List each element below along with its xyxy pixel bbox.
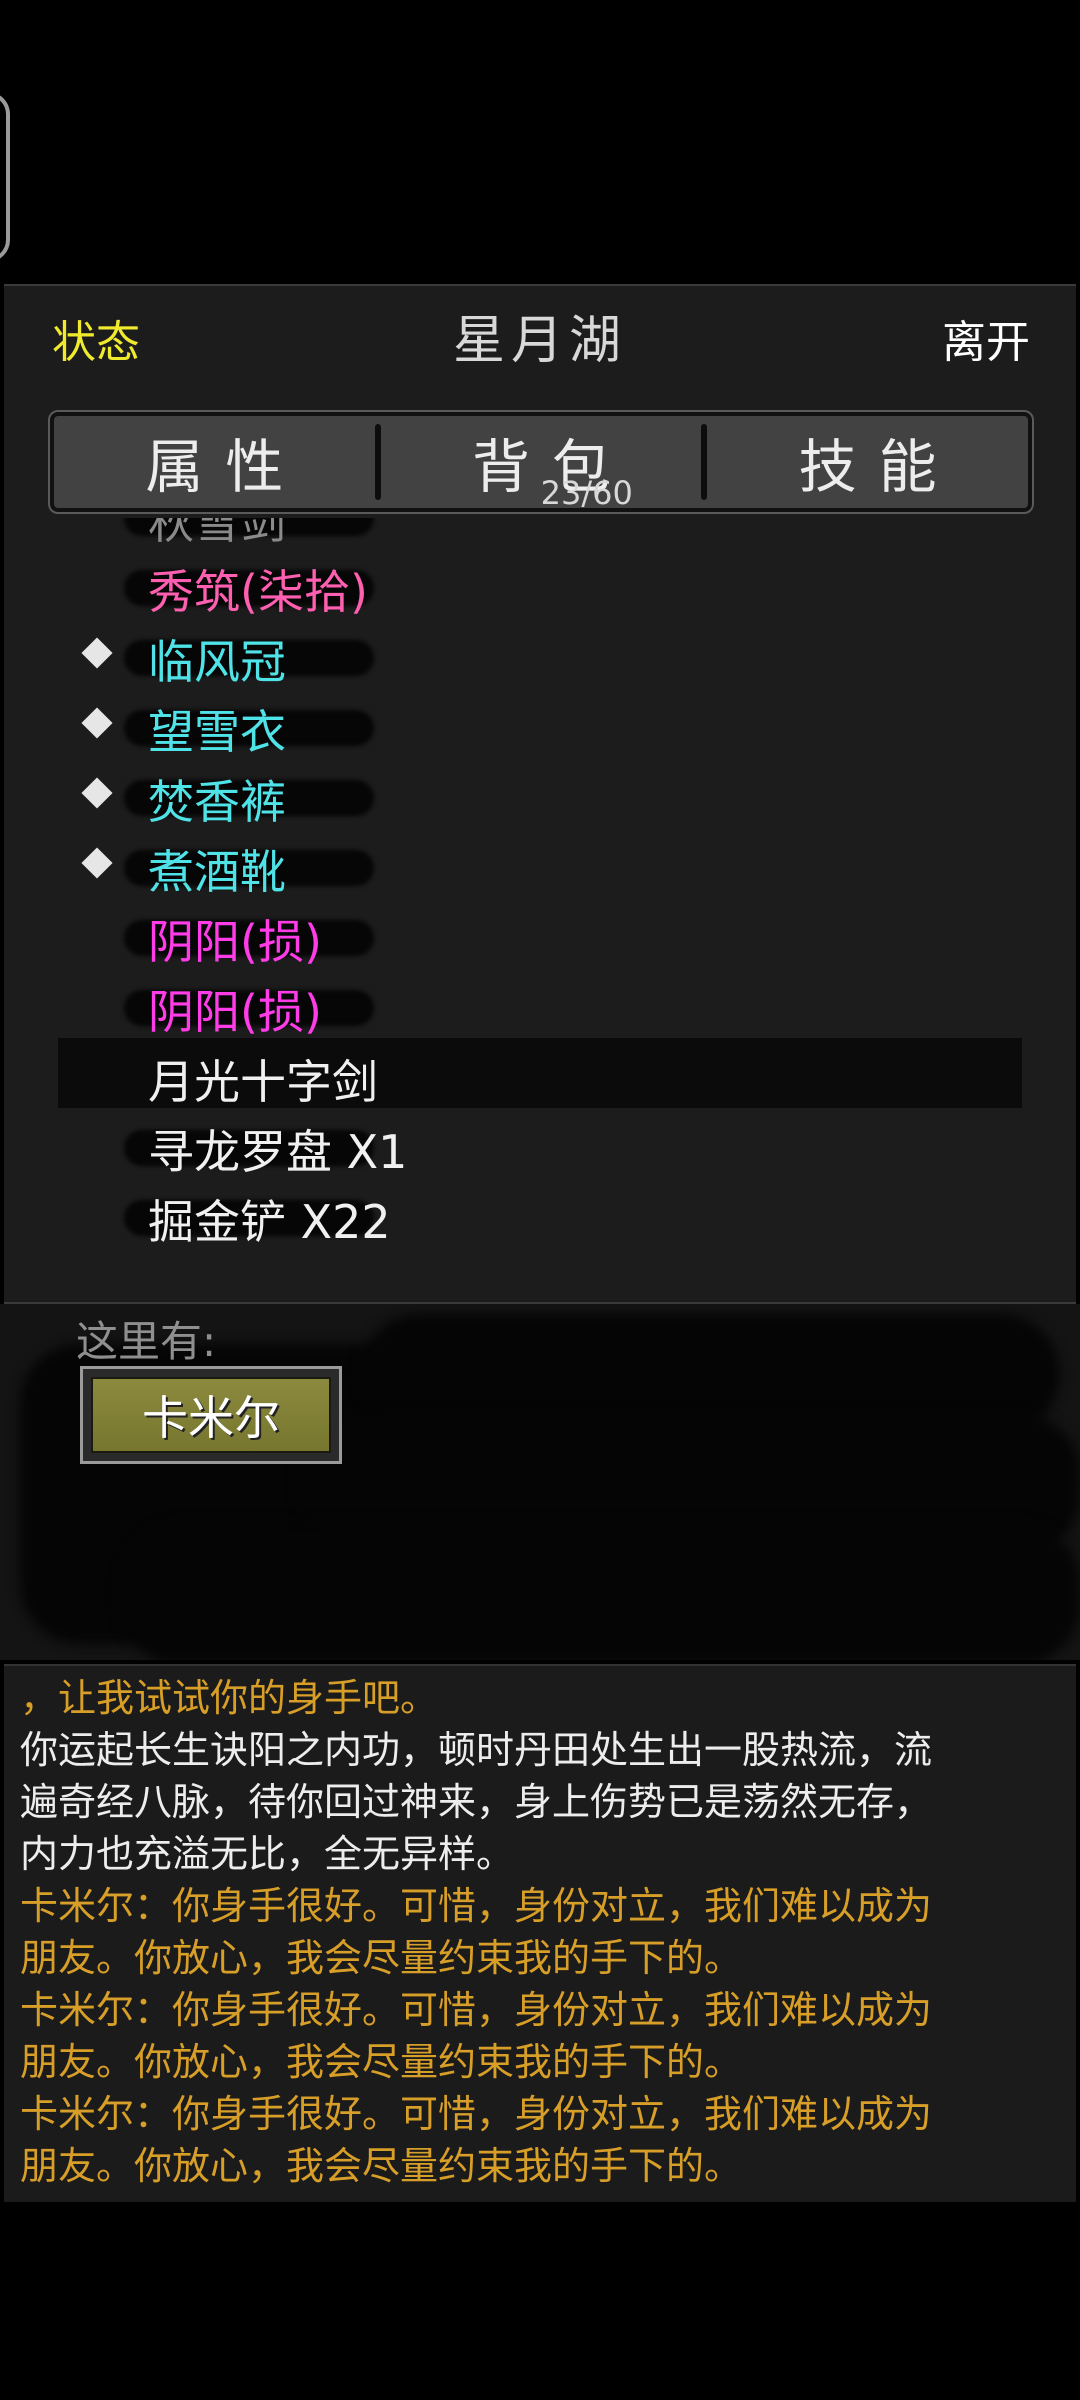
equipped-diamond-icon [81,777,113,809]
location-title: 星月湖 [452,311,627,371]
list-item[interactable]: 寻龙罗盘 X1 [58,1108,1022,1179]
item-name: 秀筑(柒拾) [148,565,368,619]
tab-bar: 属性 背包 23/60 技能 [48,410,1034,514]
list-item[interactable]: 月光十字剑 [58,1038,1022,1109]
tab-attributes-label: 属性 [145,433,306,501]
log-line: 朋友。你放心，我会尽量约束我的手下的。 [20,2040,743,2084]
log-line: 卡米尔：你身手很好。可惜，身份对立，我们难以成为 [20,2092,933,2136]
tab-backpack[interactable]: 背包 23/60 [381,416,702,512]
log-line: 你运起长生诀阳之内功，顿时丹田处生出一股热流，流 [20,1728,933,1772]
item-name: 阴阳(损) [148,985,322,1039]
npc-button-label: 卡米尔 [91,1377,331,1453]
item-name: 秋雪剑 [148,518,286,549]
here-label: 这里有: [76,1317,217,1366]
equipped-diamond-icon [81,847,113,879]
list-item[interactable]: 阴阳(损) [58,968,1022,1039]
scene-area: 这里有: 卡米尔 [0,1304,1080,1660]
smoke-shape [120,1524,1080,1660]
tab-skills-label: 技能 [798,433,959,501]
item-name: 掘金铲 X22 [148,1195,391,1249]
equipped-diamond-icon [81,707,113,739]
inventory-panel: 状态 星月湖 离开 属性 背包 23/60 技能 秋雪剑 秀筑(柒拾) 临风冠 望雪… [4,284,1076,1304]
item-name: 阴阳(损) [148,915,322,969]
list-item[interactable]: 焚香裤 [58,758,1022,829]
item-name: 焚香裤 [148,775,286,829]
list-item[interactable]: 秀筑(柒拾) [58,548,1022,619]
item-name: 寻龙罗盘 X1 [148,1125,408,1179]
log-line: 遍奇经八脉，待你回过神来，身上伤势已是荡然无存， [20,1780,933,1824]
list-item[interactable]: 掘金铲 X22 [58,1178,1022,1249]
log-line: 内力也充溢无比，全无异样。 [20,1832,515,1876]
backpack-capacity: 23/60 [540,474,633,512]
left-edge-frame [0,92,10,262]
item-name: 煮酒靴 [148,845,286,899]
item-name: 望雪衣 [148,705,286,759]
log-line: 卡米尔：你身手很好。可惜，身份对立，我们难以成为 [20,1884,933,1928]
log-line: 卡米尔：你身手很好。可惜，身份对立，我们难以成为 [20,1988,933,2032]
item-name: 月光十字剑 [148,1055,378,1109]
inventory-list[interactable]: 秋雪剑 秀筑(柒拾) 临风冠望雪衣焚香裤煮酒靴阴阳(损) 阴阳(损) 月光十字剑寻龙罗… [58,518,1028,1288]
tab-attributes[interactable]: 属性 [54,416,375,508]
list-item[interactable]: 阴阳(损) [58,898,1022,969]
log-line: 朋友。你放心，我会尽量约束我的手下的。 [20,1936,743,1980]
list-item[interactable]: 煮酒靴 [58,828,1022,899]
list-item-partial[interactable]: 秋雪剑 [58,518,1022,549]
npc-button[interactable]: 卡米尔 [80,1366,342,1464]
leave-button[interactable]: 离开 [942,306,1030,370]
equipped-diamond-icon [81,637,113,669]
message-log[interactable]: ，让我试试你的身手吧。你运起长生诀阳之内功，顿时丹田处生出一股热流，流 遍奇经八脉… [4,1664,1076,2202]
list-item[interactable]: 望雪衣 [58,688,1022,759]
log-line: ，让我试试你的身手吧。 [20,1676,439,1720]
list-item[interactable]: 临风冠 [58,618,1022,689]
tab-skills[interactable]: 技能 [707,416,1028,508]
item-name: 临风冠 [148,635,286,689]
log-line: 朋友。你放心，我会尽量约束我的手下的。 [20,2144,743,2188]
